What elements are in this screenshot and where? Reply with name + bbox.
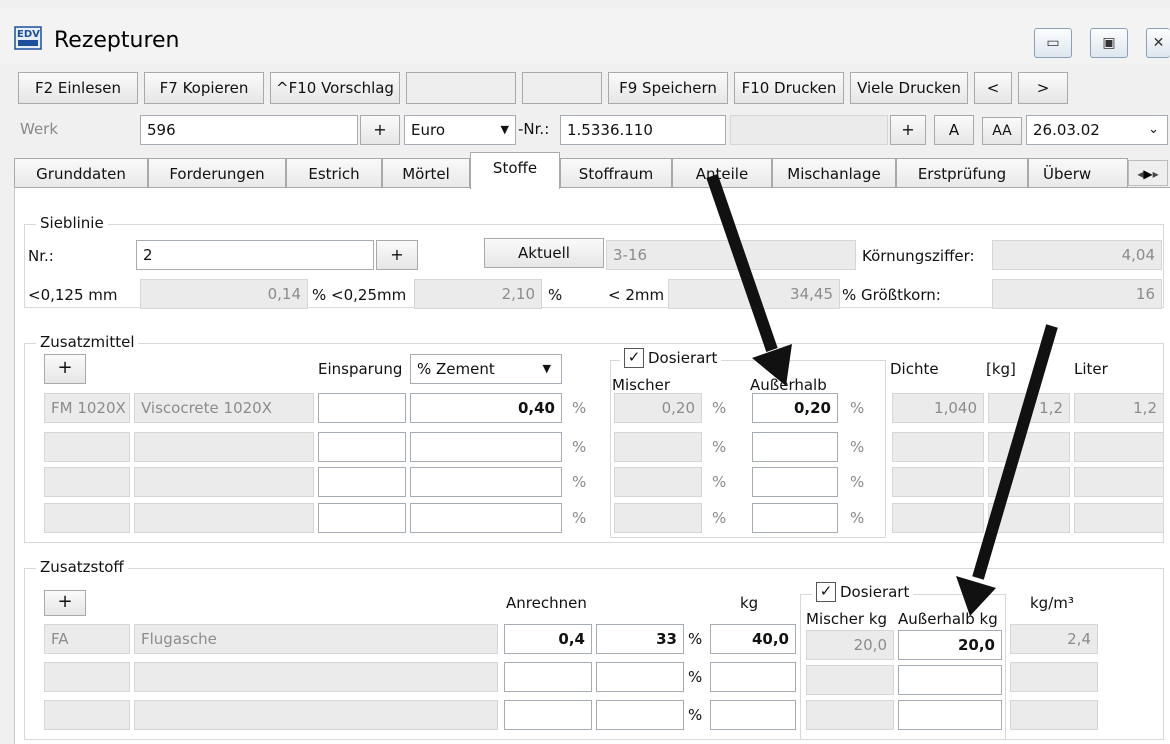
arrow-to-ausserhalb-icon (706, 174, 792, 386)
arrow-to-ausserhalb-kg-icon (956, 324, 1058, 616)
annotation-arrows (706, 174, 1058, 616)
